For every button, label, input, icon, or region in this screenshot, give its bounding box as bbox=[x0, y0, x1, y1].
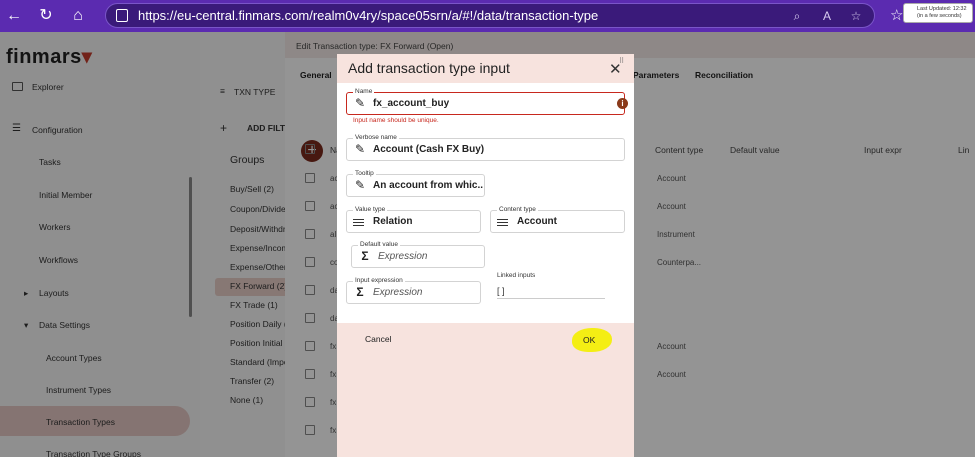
tooltip-value: An account from whic... bbox=[373, 180, 483, 191]
tooltip-label: Tooltip bbox=[353, 170, 376, 178]
error-info-icon: i bbox=[617, 98, 628, 109]
value-type-select[interactable]: Value type Relation bbox=[346, 206, 481, 233]
default-value-label: Default value bbox=[358, 241, 400, 249]
lock-icon bbox=[116, 9, 128, 22]
ok-button[interactable]: OK bbox=[583, 335, 595, 345]
name-error-message: Input name should be unique. bbox=[353, 117, 439, 124]
value-type-label: Value type bbox=[353, 206, 388, 214]
pencil-icon: ✎ bbox=[354, 142, 366, 156]
linked-inputs-label: Linked inputs bbox=[497, 272, 536, 279]
pencil-icon: ✎ bbox=[354, 96, 366, 110]
last-updated-badge: Last Updated: 12:32 (in a few seconds) bbox=[903, 3, 973, 23]
favorites-icon[interactable]: ☆ bbox=[890, 6, 903, 24]
menu-icon bbox=[353, 219, 364, 226]
input-expression-placeholder: Expression bbox=[373, 287, 423, 298]
input-expression-field[interactable]: Input expression Σ Expression bbox=[346, 277, 481, 304]
verbose-name-value: Account (Cash FX Buy) bbox=[373, 144, 485, 155]
sigma-icon[interactable]: Σ bbox=[353, 285, 367, 299]
verbose-name-field[interactable]: Verbose name ✎ Account (Cash FX Buy) bbox=[346, 134, 625, 161]
linked-inputs-field[interactable]: [ ] bbox=[497, 286, 605, 299]
browser-toolbar: ← ↻ ⌂ https://eu-central.finmars.com/rea… bbox=[0, 0, 975, 32]
default-value-field[interactable]: Default value Σ Expression bbox=[351, 241, 485, 268]
close-icon[interactable]: ✕ bbox=[609, 60, 622, 78]
value-type-value: Relation bbox=[373, 216, 413, 227]
search-icon[interactable]: ⌕ bbox=[789, 8, 805, 24]
name-value: fx_account_buy bbox=[373, 98, 450, 109]
tooltip-field[interactable]: Tooltip ✎ An account from whic... bbox=[346, 170, 485, 197]
url-text: https://eu-central.finmars.com/realm0v4r… bbox=[138, 8, 599, 23]
menu-icon bbox=[497, 219, 508, 226]
dialog-title: Add transaction type input bbox=[348, 60, 510, 76]
read-aloud-icon[interactable]: A bbox=[819, 8, 835, 24]
back-icon[interactable]: ← bbox=[4, 6, 24, 26]
cancel-button[interactable]: Cancel bbox=[365, 334, 391, 344]
content-type-label: Content type bbox=[497, 206, 538, 214]
last-updated-time: Last Updated: 12:32 bbox=[917, 6, 967, 12]
address-bar[interactable]: https://eu-central.finmars.com/realm0v4r… bbox=[105, 3, 875, 28]
name-label: Name bbox=[353, 88, 375, 96]
content-type-select[interactable]: Content type Account bbox=[490, 206, 625, 233]
name-field[interactable]: Name ✎ fx_account_buy i bbox=[346, 88, 628, 115]
verbose-name-label: Verbose name bbox=[353, 134, 399, 142]
favorite-star-icon[interactable]: ☆ bbox=[848, 8, 864, 24]
default-value-placeholder: Expression bbox=[378, 251, 428, 262]
refresh-icon[interactable]: ↻ bbox=[36, 6, 56, 26]
input-expression-label: Input expression bbox=[353, 277, 405, 285]
home-icon[interactable]: ⌂ bbox=[68, 6, 88, 26]
content-type-value: Account bbox=[517, 216, 557, 227]
last-updated-relative: (in a few seconds) bbox=[917, 13, 962, 19]
sigma-icon[interactable]: Σ bbox=[358, 249, 372, 263]
pencil-icon: ✎ bbox=[354, 178, 366, 192]
